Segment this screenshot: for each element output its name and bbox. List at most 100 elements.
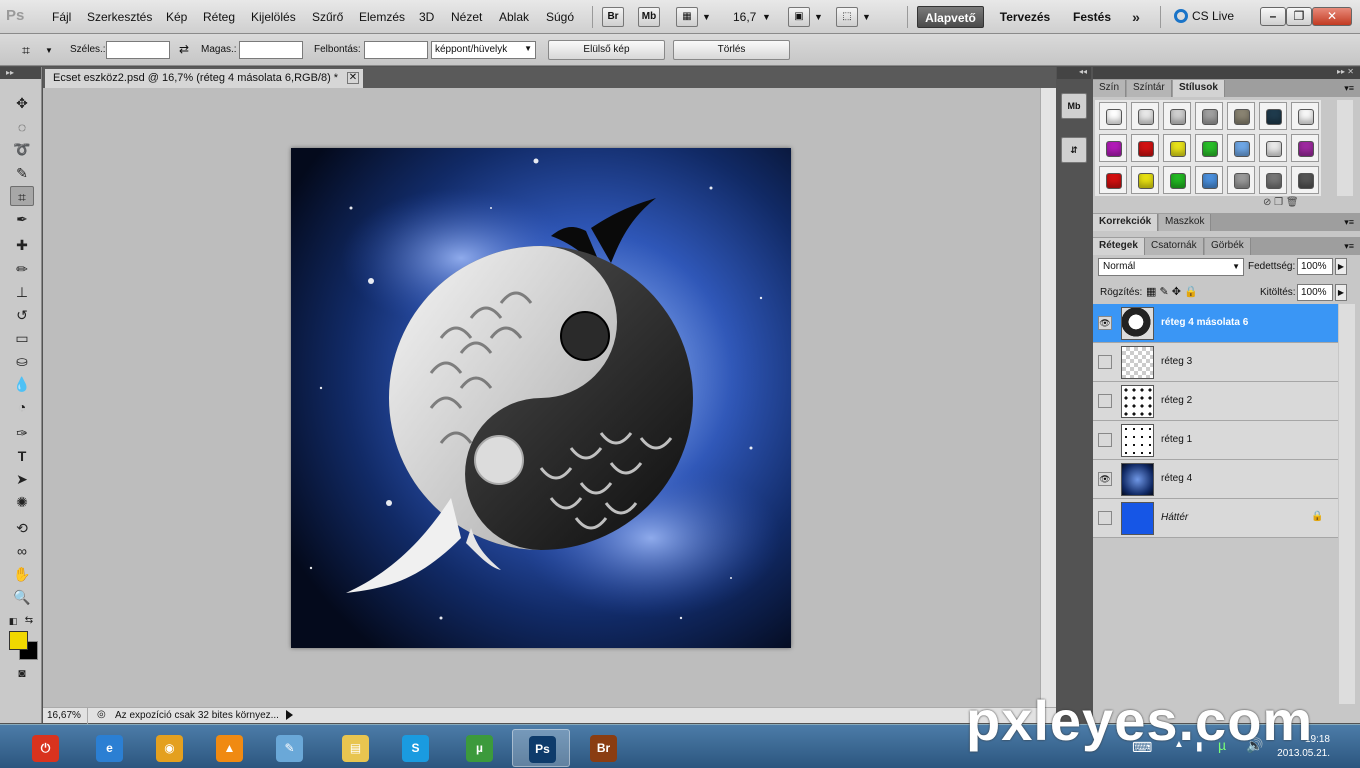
- zoom-tool-icon[interactable]: 🔍: [10, 587, 34, 607]
- tab-color[interactable]: Szín: [1093, 80, 1127, 97]
- path-selection-tool-icon[interactable]: ➤: [10, 469, 34, 489]
- height-field[interactable]: [239, 41, 303, 59]
- visibility-toggle[interactable]: [1098, 433, 1112, 447]
- layer-row[interactable]: 👁 réteg 4 másolata 6: [1093, 304, 1338, 343]
- tab-adjustments[interactable]: Korrekciók: [1093, 214, 1159, 231]
- blend-mode-select[interactable]: Normál ▼: [1098, 258, 1244, 276]
- history-brush-tool-icon[interactable]: ↺: [10, 305, 34, 325]
- cs-live-button[interactable]: CS Live: [1174, 9, 1234, 23]
- workspace-painting-button[interactable]: Festés: [1067, 6, 1117, 28]
- quick-selection-tool-icon[interactable]: ✎: [10, 163, 34, 183]
- panel-menu-icon[interactable]: ▾≡: [1344, 83, 1354, 94]
- history-panel-icon[interactable]: ⇵: [1061, 137, 1087, 163]
- taskbar-explorer-button[interactable]: ▤: [326, 729, 384, 767]
- crop-tool-preset-icon[interactable]: ⌗: [22, 42, 30, 59]
- style-swatch[interactable]: [1291, 134, 1319, 162]
- swap-colors-icon[interactable]: ⇆: [22, 611, 36, 631]
- paint-bucket-tool-icon[interactable]: ⛀: [10, 351, 34, 371]
- more-workspaces-button[interactable]: »: [1124, 6, 1148, 28]
- style-swatch[interactable]: [1099, 166, 1127, 194]
- layer-row[interactable]: Háttér 🔒: [1093, 499, 1338, 538]
- status-menu-arrow-icon[interactable]: [286, 710, 293, 720]
- menu-analysis[interactable]: Elemzés: [359, 10, 405, 24]
- hand-tool-icon[interactable]: ✋: [10, 564, 34, 584]
- layer-row[interactable]: réteg 1: [1093, 421, 1338, 460]
- default-colors-icon[interactable]: ◧: [6, 611, 20, 631]
- styles-scrollbar[interactable]: [1337, 100, 1353, 196]
- style-swatch[interactable]: [1227, 166, 1255, 194]
- 3d-orbit-tool-icon[interactable]: ∞: [10, 541, 34, 561]
- eye-icon[interactable]: 👁: [1098, 472, 1112, 486]
- style-swatch[interactable]: [1195, 102, 1223, 130]
- lock-icons[interactable]: ▦ ✎ ✥ 🔒: [1146, 285, 1198, 298]
- style-swatch[interactable]: [1259, 166, 1287, 194]
- fill-field[interactable]: 100%: [1297, 284, 1333, 301]
- vertical-scrollbar[interactable]: [1040, 88, 1056, 707]
- styles-footer-icons[interactable]: ⊘ ❐ 🗑: [1263, 197, 1299, 208]
- crop-tool-icon[interactable]: ⌗: [10, 186, 34, 206]
- 3d-rotate-tool-icon[interactable]: ⟲: [10, 518, 34, 538]
- menu-window[interactable]: Ablak: [499, 10, 529, 24]
- quick-mask-icon[interactable]: ◙: [10, 663, 34, 683]
- brush-tool-icon[interactable]: ✏: [10, 259, 34, 279]
- pen-tool-icon[interactable]: ✑: [10, 423, 34, 443]
- arrange-documents-icon[interactable]: ▣: [788, 7, 810, 27]
- taskbar-internet-explorer-button[interactable]: e: [80, 729, 138, 767]
- status-zoom[interactable]: 16,67%: [43, 708, 88, 724]
- tab-channels[interactable]: Csatornák: [1145, 238, 1204, 255]
- menu-select[interactable]: Kijelölés: [251, 10, 296, 24]
- restore-button[interactable]: ❐: [1286, 7, 1312, 26]
- layers-scrollbar[interactable]: [1339, 304, 1355, 704]
- tab-layers[interactable]: Rétegek: [1093, 238, 1145, 255]
- opacity-field[interactable]: 100%: [1297, 258, 1333, 275]
- clone-stamp-tool-icon[interactable]: ⊥: [10, 282, 34, 302]
- visibility-toggle[interactable]: [1098, 394, 1112, 408]
- lasso-tool-icon[interactable]: ➰: [10, 139, 34, 159]
- width-field[interactable]: [106, 41, 170, 59]
- resolution-unit-select[interactable]: képpont/hüvelyk ▼: [431, 41, 536, 59]
- status-info-icon[interactable]: ◎: [97, 709, 106, 720]
- style-swatch[interactable]: [1259, 134, 1287, 162]
- style-swatch[interactable]: [1259, 102, 1287, 130]
- chevron-down-icon[interactable]: ▼: [862, 12, 871, 22]
- menu-view[interactable]: Nézet: [451, 10, 482, 24]
- tab-masks[interactable]: Maszkok: [1159, 214, 1212, 231]
- tab-swatches[interactable]: Színtár: [1127, 80, 1172, 97]
- workspace-essentials-button[interactable]: Alapvető: [917, 6, 984, 28]
- chevron-down-icon[interactable]: ▼: [762, 12, 771, 22]
- resolution-field[interactable]: [364, 41, 428, 59]
- menu-filter[interactable]: Szűrő: [312, 10, 343, 24]
- close-button[interactable]: ✕: [1312, 7, 1352, 26]
- menu-layer[interactable]: Réteg: [203, 10, 235, 24]
- taskbar-skype-button[interactable]: S: [386, 729, 444, 767]
- panel-column-header[interactable]: ▸▸ ✕: [1093, 67, 1360, 79]
- style-swatch[interactable]: [1163, 134, 1191, 162]
- panel-menu-icon[interactable]: ▾≡: [1344, 241, 1354, 252]
- fill-arrow-icon[interactable]: ▶: [1335, 284, 1347, 301]
- tab-curves[interactable]: Görbék: [1205, 238, 1251, 255]
- menu-file[interactable]: Fájl: [52, 10, 71, 24]
- taskbar-chrome-button[interactable]: ◉: [140, 729, 198, 767]
- view-extras-icon[interactable]: ▦: [676, 7, 698, 27]
- style-swatch[interactable]: [1291, 166, 1319, 194]
- style-swatch[interactable]: [1131, 134, 1159, 162]
- layer-row[interactable]: réteg 2: [1093, 382, 1338, 421]
- taskbar-bridge-button[interactable]: Br: [574, 729, 632, 767]
- taskbar-vlc-button[interactable]: ▲: [200, 729, 258, 767]
- minimize-button[interactable]: –: [1260, 7, 1286, 26]
- zoom-level[interactable]: 16,7: [733, 10, 756, 24]
- foreground-color-swatch[interactable]: [9, 631, 28, 650]
- blur-tool-icon[interactable]: 💧: [10, 374, 34, 394]
- mini-bridge-panel-button[interactable]: Mb: [1061, 93, 1087, 119]
- layer-row[interactable]: réteg 3: [1093, 343, 1338, 382]
- bridge-button[interactable]: Br: [602, 7, 624, 27]
- style-swatch[interactable]: [1227, 102, 1255, 130]
- style-swatch[interactable]: [1131, 102, 1159, 130]
- style-swatch[interactable]: [1227, 134, 1255, 162]
- chevron-down-icon[interactable]: ▼: [702, 12, 711, 22]
- healing-brush-tool-icon[interactable]: ✚: [10, 235, 34, 255]
- dock-header[interactable]: ◂◂: [1057, 67, 1091, 79]
- menu-3d[interactable]: 3D: [419, 10, 434, 24]
- eraser-tool-icon[interactable]: ▭: [10, 328, 34, 348]
- style-swatch[interactable]: [1195, 134, 1223, 162]
